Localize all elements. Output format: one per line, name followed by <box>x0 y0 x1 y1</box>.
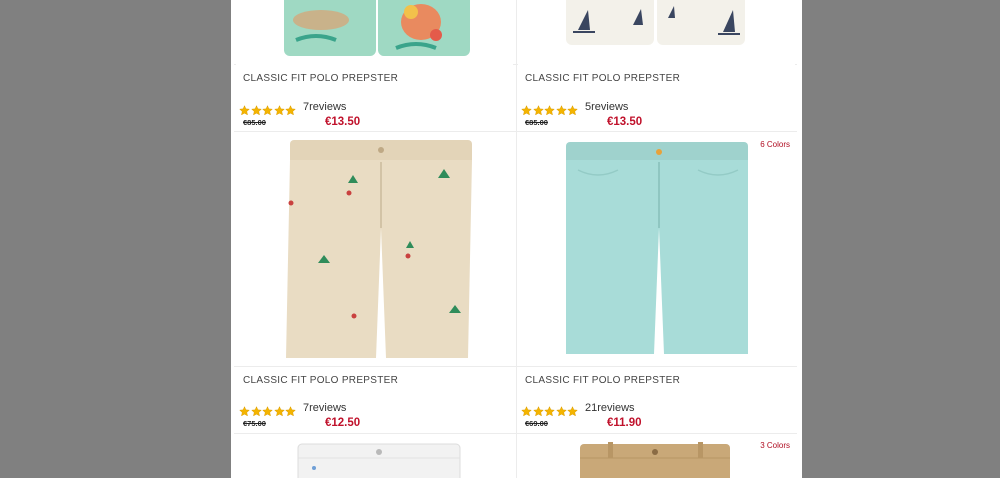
review-count[interactable]: 5reviews <box>585 101 628 113</box>
star-icon <box>532 105 544 116</box>
star-icon <box>262 105 273 116</box>
sale-price: €12.50 <box>325 417 361 429</box>
product-image[interactable] <box>236 442 513 478</box>
product-title[interactable]: CLASSIC FIT POLO PREPSTER <box>243 73 398 84</box>
star-icon <box>555 105 567 116</box>
product-card[interactable]: CLASSIC FIT POLO PREPSTER 7reviews €75.0… <box>236 132 513 429</box>
star-icon <box>532 406 544 417</box>
star-icon <box>567 406 578 417</box>
star-icon <box>250 406 262 417</box>
rating-stars <box>239 404 297 417</box>
product-card[interactable]: CLASSIC FIT POLO PREPSTER 7reviews €85.0… <box>236 0 513 131</box>
original-price: €85.00 <box>525 118 548 127</box>
original-price: €75.00 <box>243 419 266 428</box>
star-icon <box>521 105 532 116</box>
sale-price: €11.90 <box>607 417 642 429</box>
product-grid-panel: CLASSIC FIT POLO PREPSTER 7reviews €85.0… <box>231 0 802 478</box>
product-title[interactable]: CLASSIC FIT POLO PREPSTER <box>243 375 398 386</box>
product-card[interactable]: 6 Colors CLASSIC FIT POLO PREPSTER 21rev… <box>518 132 795 429</box>
sale-price: €13.50 <box>607 116 643 128</box>
grid-divider <box>516 0 517 478</box>
product-image[interactable] <box>518 0 795 48</box>
star-icon <box>544 406 555 417</box>
product-title[interactable]: CLASSIC FIT POLO PREPSTER <box>525 375 680 386</box>
star-icon <box>250 105 262 116</box>
review-count[interactable]: 7reviews <box>303 402 346 414</box>
original-price: €85.00 <box>243 118 266 127</box>
star-icon <box>273 406 285 417</box>
product-card[interactable]: 3 Colors <box>518 434 795 478</box>
star-icon <box>567 105 578 116</box>
star-icon <box>285 105 296 116</box>
star-icon <box>521 406 532 417</box>
rating-stars <box>239 103 297 116</box>
product-image[interactable] <box>518 442 795 478</box>
rating-stars <box>521 103 579 116</box>
review-count[interactable]: 7reviews <box>303 101 346 113</box>
review-count[interactable]: 21reviews <box>585 402 635 414</box>
star-icon <box>239 105 250 116</box>
star-icon <box>555 406 567 417</box>
row-divider <box>234 366 797 367</box>
rating-stars <box>521 404 579 417</box>
product-card[interactable]: CLASSIC FIT POLO PREPSTER 5reviews €85.0… <box>518 0 795 131</box>
product-image[interactable] <box>236 0 513 58</box>
star-icon <box>544 105 555 116</box>
product-image[interactable] <box>236 138 513 360</box>
product-card[interactable] <box>236 434 513 478</box>
original-price: €69.00 <box>525 419 548 428</box>
sale-price: €13.50 <box>325 116 361 128</box>
product-title[interactable]: CLASSIC FIT POLO PREPSTER <box>525 73 680 84</box>
star-icon <box>262 406 273 417</box>
star-icon <box>273 105 285 116</box>
star-icon <box>239 406 250 417</box>
star-icon <box>285 406 296 417</box>
product-image[interactable] <box>518 140 795 360</box>
